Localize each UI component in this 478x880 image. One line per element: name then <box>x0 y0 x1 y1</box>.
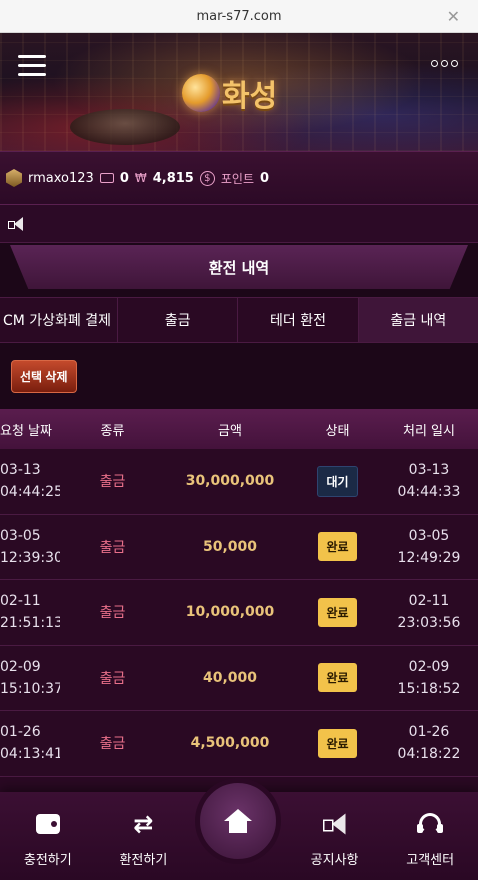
close-icon[interactable]: ✕ <box>447 7 460 26</box>
tab-withdraw[interactable]: 출금 <box>118 298 239 342</box>
type-cell: 출금 <box>99 539 126 556</box>
table-row[interactable]: 02-09 15:10:37 출금 40,000 완료 02-09 15:18:52 <box>0 645 478 711</box>
header-amount: 금액 <box>218 423 242 439</box>
table-row[interactable]: 01-26 04:13:41 출금 4,500,000 완료 01-26 04:18… <box>0 711 478 777</box>
table-row[interactable]: 03-13 04:44:25 출금 30,000,000 대기 03-13 04:4… <box>0 449 478 515</box>
bottom-navigation: 충전하기 ⇄ 환전하기 공지사항 고객센터 <box>0 778 478 880</box>
won-icon: ₩ <box>134 171 147 185</box>
processed-datetime: 02-11 23:03:56 <box>397 593 461 632</box>
message-envelope-icon[interactable] <box>99 173 114 183</box>
headset-icon <box>417 813 444 835</box>
points-label: 포인트 <box>220 171 254 186</box>
nav-support[interactable]: 고객센터 <box>382 811 478 868</box>
more-options-icon[interactable] <box>431 60 458 67</box>
tab-crypto-payment[interactable]: CM 가상화폐 결제 <box>0 298 118 342</box>
header-banner: 화성 <box>0 33 478 151</box>
page-title: 환전 내역 <box>10 245 468 289</box>
type-cell: 출금 <box>99 605 126 622</box>
nav-notice[interactable]: 공지사항 <box>287 811 383 868</box>
request-datetime: 03-05 12:39:30 <box>0 527 60 566</box>
amount-cell: 50,000 <box>202 538 258 555</box>
browser-url-bar[interactable]: mar-s77.com ✕ <box>0 0 478 33</box>
status-cell: 완료 <box>295 663 380 693</box>
request-datetime: 02-11 21:51:13 <box>0 593 60 632</box>
tab-withdraw-history[interactable]: 출금 내역 <box>358 298 478 342</box>
processed-datetime: 02-09 15:18:52 <box>397 658 461 697</box>
points-icon: $ <box>199 170 215 186</box>
logo-orb-icon <box>182 74 220 112</box>
home-button[interactable] <box>195 778 281 864</box>
type-cell: 출금 <box>99 736 126 753</box>
nav-label: 공지사항 <box>310 853 359 868</box>
status-badge: 대기 <box>317 465 358 497</box>
site-logo[interactable]: 화성 <box>182 71 277 115</box>
type-cell: 출금 <box>99 474 126 491</box>
delete-selected-button[interactable]: 선택 삭제 <box>11 359 77 393</box>
header-status: 상태 <box>325 423 350 439</box>
status-cell: 대기 <box>295 465 380 497</box>
amount-cell: 10,000,000 <box>185 604 275 621</box>
table-row[interactable]: 02-11 21:51:13 출금 10,000,000 완료 02-11 23:0… <box>0 580 478 646</box>
nav-label: 환전하기 <box>119 853 168 868</box>
table-actions: 선택 삭제 <box>0 343 478 409</box>
tab-bar: CM 가상화폐 결제 출금 테더 환전 출금 내역 <box>0 297 478 343</box>
header-request-date: 요청 날짜 <box>0 423 52 439</box>
nav-label: 고객센터 <box>406 853 455 868</box>
type-cell: 출금 <box>99 670 126 687</box>
status-badge: 완료 <box>318 597 357 627</box>
balance: 4,815 <box>152 170 194 186</box>
hamburger-menu-icon[interactable] <box>18 55 46 77</box>
amount-cell: 30,000,000 <box>185 473 275 490</box>
swap-arrows-icon: ⇄ <box>133 810 154 838</box>
table-row[interactable]: 03-05 12:39:30 출금 50,000 완료 03-05 12:49:29 <box>0 514 478 580</box>
processed-datetime: 03-13 04:44:33 <box>397 462 461 501</box>
nav-exchange[interactable]: ⇄ 환전하기 <box>96 811 192 868</box>
megaphone-icon <box>8 216 24 231</box>
amount-cell: 40,000 <box>202 669 258 686</box>
header-type: 종류 <box>100 423 125 439</box>
nav-deposit[interactable]: 충전하기 <box>0 811 96 868</box>
url-text: mar-s77.com <box>196 8 282 24</box>
user-info-bar: rmaxo123 0 ₩ 4,815 $ 포인트 0 <box>0 151 478 205</box>
status-cell: 완료 <box>295 597 380 627</box>
username: rmaxo123 <box>28 170 94 186</box>
message-count: 0 <box>119 170 129 186</box>
logo-text: 화성 <box>222 79 278 114</box>
nav-label: 충전하기 <box>23 853 72 868</box>
processed-datetime: 01-26 04:18:22 <box>397 724 461 763</box>
processed-datetime: 03-05 12:49:29 <box>397 527 461 566</box>
status-cell: 완료 <box>295 728 380 758</box>
table-header: 요청 날짜 종류 금액 상태 처리 일시 <box>0 409 478 449</box>
rank-badge-icon <box>6 169 22 187</box>
request-datetime: 02-09 15:10:37 <box>0 658 60 697</box>
casino-chips-image <box>70 109 180 145</box>
header-processed: 처리 일시 <box>403 423 455 439</box>
request-datetime: 03-13 04:44:25 <box>0 462 60 501</box>
home-icon <box>224 809 252 833</box>
status-cell: 완료 <box>295 532 380 562</box>
request-datetime: 01-26 04:13:41 <box>0 724 60 763</box>
megaphone-icon <box>322 813 347 835</box>
amount-cell: 4,500,000 <box>190 735 270 752</box>
notice-bar[interactable] <box>0 205 478 243</box>
status-badge: 완료 <box>318 532 357 562</box>
status-badge: 완료 <box>318 663 357 693</box>
wallet-icon <box>35 814 60 834</box>
status-badge: 완료 <box>318 728 357 758</box>
points-value: 0 <box>259 170 270 186</box>
tab-tether-exchange[interactable]: 테더 환전 <box>238 298 359 342</box>
